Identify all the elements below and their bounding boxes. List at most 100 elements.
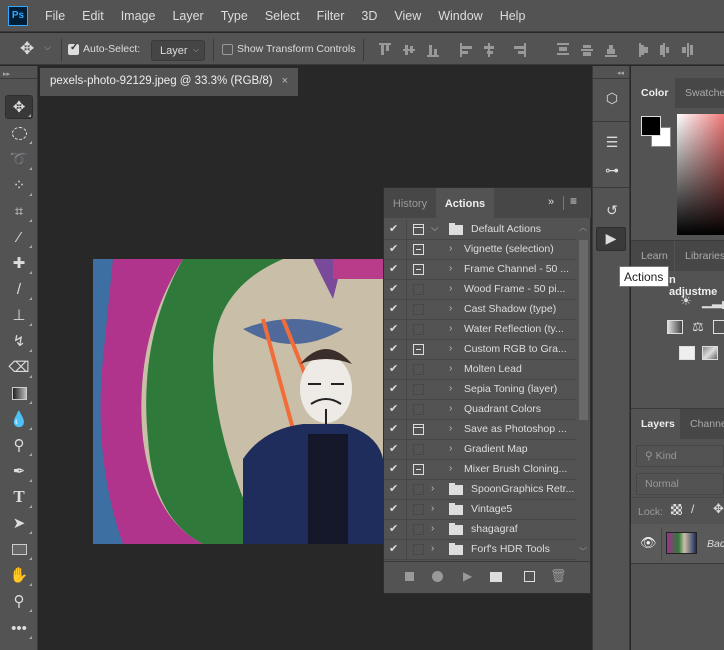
chevron-right-icon[interactable]: › [449, 463, 452, 474]
dialog-toggle-icon[interactable] [413, 224, 424, 235]
chevron-right-icon[interactable]: › [449, 383, 452, 394]
path-selection-tool-icon[interactable]: ➤ [5, 511, 33, 535]
new-action-icon[interactable] [524, 571, 535, 582]
toggle-check-icon[interactable]: ✔ [389, 362, 398, 375]
chevron-right-icon[interactable]: › [431, 523, 434, 534]
stop-icon[interactable] [405, 572, 414, 581]
panel-menu-icon[interactable]: ≡ [570, 194, 577, 208]
dialog-toggle-icon[interactable] [413, 244, 424, 255]
crop-tool-icon[interactable]: ⌗ [5, 199, 33, 223]
delete-icon[interactable]: 🗑 [550, 568, 567, 584]
dialog-toggle-icon[interactable] [413, 544, 424, 555]
auto-select-checkbox[interactable] [68, 42, 79, 55]
toggle-check-icon[interactable]: ✔ [389, 442, 398, 455]
chevron-right-icon[interactable]: › [449, 303, 452, 314]
brightness-contrast-icon[interactable]: ☀ [678, 293, 694, 308]
visibility-eye-icon[interactable]: 👁 [640, 535, 657, 551]
tab-history[interactable]: History [384, 188, 436, 218]
new-set-icon[interactable] [490, 572, 502, 582]
toggle-check-icon[interactable]: ✔ [389, 462, 398, 475]
toggle-check-icon[interactable]: ✔ [389, 402, 398, 415]
brushes-icon[interactable]: ⊶ [601, 162, 623, 182]
color-picker-field[interactable] [677, 114, 724, 235]
menu-type[interactable]: Type [221, 9, 248, 23]
action-row[interactable]: ✔ › Sepia Toning (layer) [384, 380, 576, 400]
clone-stamp-tool-icon[interactable]: ⊥ [5, 303, 33, 327]
exposure-icon[interactable] [713, 320, 724, 334]
healing-brush-tool-icon[interactable]: ✚ [5, 251, 33, 275]
close-icon[interactable]: × [282, 75, 288, 87]
gradient-tool-icon[interactable] [5, 381, 33, 405]
document-tab[interactable]: pexels-photo-92129.jpeg @ 33.3% (RGB/8) … [40, 68, 298, 96]
brush-settings-icon[interactable]: ☰ [601, 134, 623, 154]
action-row[interactable]: ✔ › Cast Shadow (type) [384, 300, 576, 320]
dialog-toggle-icon[interactable] [413, 404, 424, 415]
tab-swatches[interactable]: Swatches [675, 78, 724, 108]
tab-libraries[interactable]: Libraries [675, 241, 724, 271]
menu-layer[interactable]: Layer [172, 9, 203, 23]
chevron-right-icon[interactable]: › [449, 263, 452, 274]
hand-tool-icon[interactable]: ✋ [5, 563, 33, 587]
dialog-toggle-icon[interactable] [413, 504, 424, 515]
canvas-image[interactable] [93, 259, 383, 544]
blur-tool-icon[interactable]: 💧 [5, 407, 33, 431]
action-set-row[interactable]: ✔ › Forf's HDR Tools [384, 540, 576, 560]
play-icon[interactable]: ▶ [463, 569, 472, 583]
history-brush-tool-icon[interactable]: ↯ [5, 329, 33, 353]
menu-help[interactable]: Help [500, 9, 526, 23]
chevron-right-icon[interactable]: › [449, 343, 452, 354]
toggle-check-icon[interactable]: ✔ [389, 342, 398, 355]
eraser-tool-icon[interactable]: ⌫ [5, 355, 33, 379]
blend-mode-select[interactable]: Normal [636, 473, 724, 495]
menu-select[interactable]: Select [265, 9, 300, 23]
chevron-right-icon[interactable]: › [449, 323, 452, 334]
action-row[interactable]: ✔ › Quadrant Colors [384, 400, 576, 420]
dialog-toggle-icon[interactable] [413, 264, 424, 275]
lasso-tool-icon[interactable]: ➰ [5, 147, 33, 171]
marquee-tool-icon[interactable] [5, 121, 33, 145]
tab-color[interactable]: Color [631, 78, 674, 108]
auto-select-dropdown[interactable]: Layer ⌵ [151, 40, 205, 61]
toggle-check-icon[interactable]: ✔ [389, 322, 398, 335]
chevron-down-icon[interactable]: ⌵ [431, 223, 439, 234]
dialog-toggle-icon[interactable] [413, 344, 424, 355]
tab-channels[interactable]: Channels [680, 409, 724, 439]
history-panel-icon[interactable]: ↺ [601, 202, 623, 222]
brush-tool-icon[interactable]: / [5, 277, 33, 301]
dialog-toggle-icon[interactable] [413, 324, 424, 335]
toggle-check-icon[interactable]: ✔ [389, 222, 398, 235]
pen-tool-icon[interactable]: ✒ [5, 459, 33, 483]
action-row[interactable]: ✔ › Gradient Map [384, 440, 576, 460]
foreground-color-swatch[interactable] [641, 116, 661, 136]
chevron-right-icon[interactable]: › [431, 503, 434, 514]
menu-view[interactable]: View [394, 9, 421, 23]
lock-position-icon[interactable]: ✥ [713, 501, 724, 517]
collapse-panel-icon[interactable]: » [548, 196, 554, 208]
action-row[interactable]: ✔ › Custom RGB to Gra... [384, 340, 576, 360]
menu-file[interactable]: File [45, 9, 65, 23]
chevron-right-icon[interactable]: › [431, 543, 434, 554]
toggle-check-icon[interactable]: ✔ [389, 242, 398, 255]
dialog-toggle-icon[interactable] [413, 304, 424, 315]
dodge-tool-icon[interactable]: ⚲ [5, 433, 33, 457]
chevron-right-icon[interactable]: › [449, 283, 452, 294]
eyedropper-tool-icon[interactable]: ⁄ [5, 225, 33, 249]
toggle-check-icon[interactable]: ✔ [389, 542, 398, 555]
record-icon[interactable] [432, 571, 443, 582]
chevron-right-icon[interactable]: › [449, 443, 452, 454]
scrollbar-thumb[interactable] [579, 240, 588, 420]
actions-scrollbar[interactable]: ︿ ﹀ [576, 220, 590, 560]
dialog-toggle-icon[interactable] [413, 424, 424, 435]
toggle-check-icon[interactable]: ✔ [389, 482, 398, 495]
align-distribute-icons[interactable] [376, 43, 724, 57]
lock-transparent-icon[interactable] [671, 504, 682, 515]
toggle-check-icon[interactable]: ✔ [389, 382, 398, 395]
chevron-right-icon[interactable]: › [449, 243, 452, 254]
toggle-check-icon[interactable]: ✔ [389, 262, 398, 275]
curves-icon[interactable] [667, 320, 683, 334]
toggle-check-icon[interactable]: ✔ [389, 522, 398, 535]
chevron-right-icon[interactable]: › [431, 483, 434, 494]
action-set-row[interactable]: ✔ › Vintage5 [384, 500, 576, 520]
layer-kind-filter[interactable]: ⚲ Kind [636, 445, 724, 467]
tool-preset-chevron-icon[interactable]: ⌵ [44, 42, 51, 53]
